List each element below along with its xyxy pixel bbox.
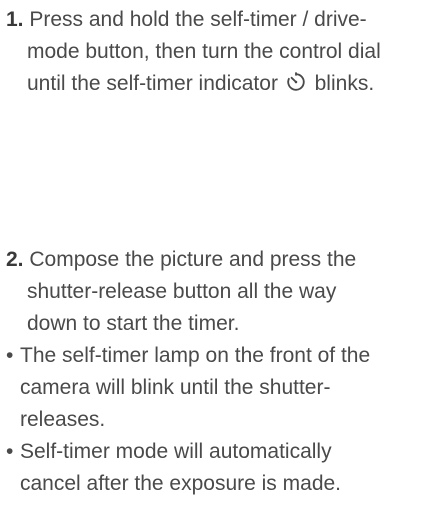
note-1-line-2: camera will blink until the shutter- — [20, 376, 331, 399]
step-1-text-3: until the self-timer indicator — [27, 72, 278, 95]
step-2: 2. Compose the picture and press the shu… — [6, 244, 426, 340]
step-1-number: 1. — [6, 8, 24, 31]
step-1: 1. Press and hold the self-timer / drive… — [6, 4, 426, 100]
step-2-number: 2. — [6, 248, 24, 271]
note-item-2: • Self-timer mode will automatically canc… — [6, 436, 426, 500]
note-2-text-1: Self-timer mode will automatically — [20, 440, 332, 463]
note-2-line-1: • Self-timer mode will automatically — [6, 436, 426, 468]
notes-list: • The self-timer lamp on the front of the… — [6, 340, 426, 500]
note-1-text-1: The self-timer lamp on the front of the — [20, 344, 371, 367]
step-1-line-2: mode button, then turn the control dial — [27, 40, 381, 63]
note-item-1: • The self-timer lamp on the front of the… — [6, 340, 426, 436]
note-2-line-2: cancel after the exposure is made. — [20, 472, 342, 495]
bullet-marker: • — [6, 440, 14, 463]
note-1-line-3: releases. — [20, 408, 106, 431]
step-1-line-3: until the self-timer indicator blinks. — [6, 68, 426, 100]
step-1-text-4: blinks. — [314, 72, 375, 95]
bullet-marker: • — [6, 344, 14, 367]
self-timer-icon — [287, 72, 305, 91]
step-1-text-1: Press and hold the self-timer / drive- — [29, 8, 367, 31]
step-2-line-2: shutter-release button all the way — [27, 280, 337, 303]
note-1-line-1: • The self-timer lamp on the front of the — [6, 340, 426, 372]
step-2-line-1: 2. Compose the picture and press the — [6, 244, 426, 276]
step-1-line-1: 1. Press and hold the self-timer / drive… — [6, 4, 426, 36]
step-2-line-3: down to start the timer. — [27, 312, 240, 335]
step-2-text-1: Compose the picture and press the — [29, 248, 357, 271]
